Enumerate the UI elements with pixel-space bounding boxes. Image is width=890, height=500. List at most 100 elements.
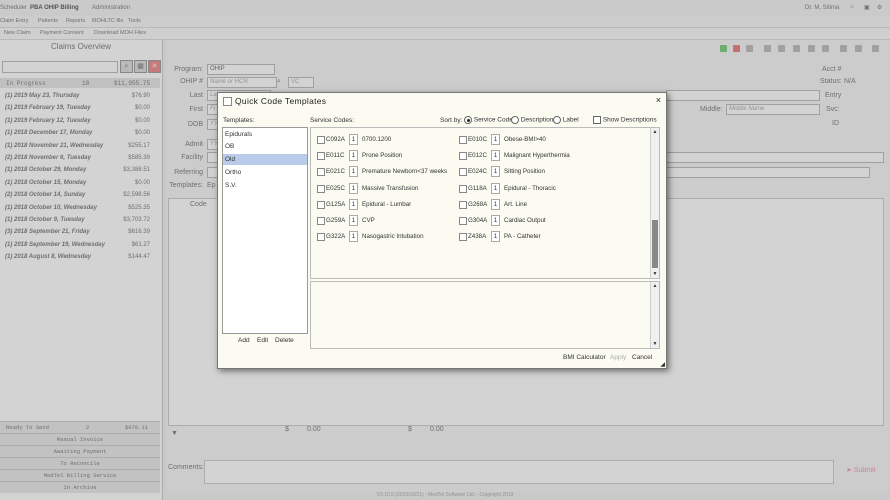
scroll-down-icon[interactable]: ▼ xyxy=(651,340,659,348)
service-code-item: G268A 1 Art. Line xyxy=(459,198,599,210)
close-icon[interactable]: × xyxy=(656,95,661,105)
template-item-ortho[interactable]: Ortho xyxy=(223,167,307,178)
delete-template-button[interactable]: Delete xyxy=(275,337,294,344)
code-checkbox[interactable] xyxy=(317,233,325,242)
service-code-item: G322A 1 Nasogastric Intubation xyxy=(317,231,457,243)
code-checkbox[interactable] xyxy=(459,136,467,144)
template-item-epidurals[interactable]: Epidurals xyxy=(223,129,307,140)
resize-grip-icon[interactable]: ◢ xyxy=(660,361,665,368)
radio-icon xyxy=(511,116,519,124)
code-description: Art. Line xyxy=(504,200,528,208)
code-checkbox[interactable] xyxy=(317,168,325,177)
service-code-item: E024C 1 Sitting Position xyxy=(459,166,599,178)
code-value: G322A xyxy=(326,233,346,241)
code-description: Nasogastric Intubation xyxy=(362,233,424,241)
description-scrollbar[interactable]: ▲ ▼ xyxy=(650,282,659,348)
code-checkbox[interactable] xyxy=(317,136,325,144)
code-quantity-input[interactable]: 1 xyxy=(491,215,500,226)
code-checkbox[interactable] xyxy=(317,184,325,193)
code-value: G118A xyxy=(468,184,487,192)
code-quantity-input[interactable]: 1 xyxy=(349,198,358,210)
code-description: CVP xyxy=(362,217,375,224)
checkbox-icon xyxy=(593,116,601,124)
service-code-item: G125A 1 Epidural - Lumbar xyxy=(317,198,457,210)
scroll-thumb[interactable] xyxy=(652,220,658,268)
code-value: G268A xyxy=(468,200,488,208)
cancel-button[interactable]: Cancel xyxy=(632,354,652,361)
apply-button[interactable]: Apply xyxy=(610,354,626,361)
bmi-calculator-button[interactable]: BMI Calculator xyxy=(563,354,606,361)
description-panel: ▲ ▼ xyxy=(310,281,660,349)
scroll-down-icon[interactable]: ▼ xyxy=(651,270,659,278)
code-quantity-input[interactable]: 1 xyxy=(349,150,358,162)
code-value: E011C xyxy=(326,152,345,160)
template-item-old[interactable]: Old xyxy=(223,154,307,165)
code-quantity-input[interactable]: 1 xyxy=(491,166,500,178)
sort-by-label: Sort by: xyxy=(440,117,463,124)
service-code-item: E011C 1 Prone Position xyxy=(317,150,457,162)
code-description: Sitting Position xyxy=(504,168,545,176)
sort-description-radio[interactable]: Description xyxy=(511,116,553,124)
code-checkbox[interactable] xyxy=(459,200,467,209)
code-description: Malignant Hyperthermia xyxy=(504,152,570,160)
code-checkbox[interactable] xyxy=(459,233,467,242)
sort-service-code-radio[interactable]: Service Code xyxy=(464,116,513,124)
code-quantity-input[interactable]: 1 xyxy=(491,231,500,243)
code-checkbox[interactable] xyxy=(459,168,467,177)
code-checkbox[interactable] xyxy=(317,152,325,161)
code-checkbox[interactable] xyxy=(459,152,467,161)
dialog-title-bar[interactable]: Quick Code Templates × xyxy=(218,93,666,109)
scroll-up-icon[interactable]: ▲ xyxy=(651,128,659,136)
service-codes-label: Service Codes: xyxy=(310,117,355,124)
code-quantity-input[interactable]: 1 xyxy=(491,134,500,145)
code-description: Epidural - Lumbar xyxy=(362,200,412,208)
templates-list[interactable]: Epidurals OB Old Ortho S.V. xyxy=(222,127,308,334)
window-icon xyxy=(223,97,232,106)
code-quantity-input[interactable]: 1 xyxy=(349,182,358,194)
add-template-button[interactable]: Add xyxy=(238,337,250,344)
code-quantity-input[interactable]: 1 xyxy=(349,134,358,145)
code-value: E024C xyxy=(468,168,487,176)
code-value: Z438A xyxy=(468,233,487,241)
code-quantity-input[interactable]: 1 xyxy=(349,166,358,178)
dialog-title: Quick Code Templates xyxy=(235,96,327,106)
radio-selected-icon xyxy=(464,116,472,124)
scroll-up-icon[interactable]: ▲ xyxy=(651,282,659,290)
code-description: Premature Newborn<37 weeks xyxy=(362,168,448,176)
code-checkbox[interactable] xyxy=(459,184,467,193)
code-quantity-input[interactable]: 1 xyxy=(491,198,500,210)
radio-icon xyxy=(553,116,561,124)
code-description: Prone Position xyxy=(362,152,403,160)
code-quantity-input[interactable]: 1 xyxy=(491,182,500,194)
codes-scrollbar[interactable]: ▲ ▼ xyxy=(650,128,659,278)
code-quantity-input[interactable]: 1 xyxy=(349,231,358,243)
service-code-item: C092A 1 0700.1200 xyxy=(317,134,457,145)
code-description: Obese-BMI>40 xyxy=(504,136,546,143)
code-value: E025C xyxy=(326,184,345,192)
template-item-ob[interactable]: OB xyxy=(223,141,307,152)
code-value: E010C xyxy=(468,136,487,143)
code-checkbox[interactable] xyxy=(317,200,325,209)
template-item-sv[interactable]: S.V. xyxy=(223,180,307,191)
edit-template-button[interactable]: Edit xyxy=(257,337,268,344)
code-value: G125A xyxy=(326,200,346,208)
service-code-item: E025C 1 Massive Transfusion xyxy=(317,182,457,194)
code-description: 0700.1200 xyxy=(362,136,392,143)
code-value: E012C xyxy=(468,152,487,160)
sort-label-radio[interactable]: Label xyxy=(553,116,579,124)
code-value: G304A xyxy=(468,217,488,224)
code-description: Massive Transfusion xyxy=(362,184,419,192)
service-code-item: G259A 1 CVP xyxy=(317,215,457,226)
service-code-item: Z438A 1 PA - Catheter xyxy=(459,231,599,243)
code-checkbox[interactable] xyxy=(317,217,325,225)
service-code-item: G304A 1 Cardiac Output xyxy=(459,215,599,226)
show-descriptions-checkbox[interactable]: Show Descriptions xyxy=(593,116,657,124)
code-quantity-input[interactable]: 1 xyxy=(349,215,358,226)
code-checkbox[interactable] xyxy=(459,217,467,225)
code-description: Cardiac Output xyxy=(504,217,546,224)
code-quantity-input[interactable]: 1 xyxy=(491,150,500,162)
code-value: E021C xyxy=(326,168,345,176)
service-codes-panel: C092A 1 0700.1200 E011C 1 Prone Position E021C… xyxy=(310,127,660,279)
templates-list-label: Templates: xyxy=(223,117,255,124)
code-value: C092A xyxy=(326,136,345,143)
